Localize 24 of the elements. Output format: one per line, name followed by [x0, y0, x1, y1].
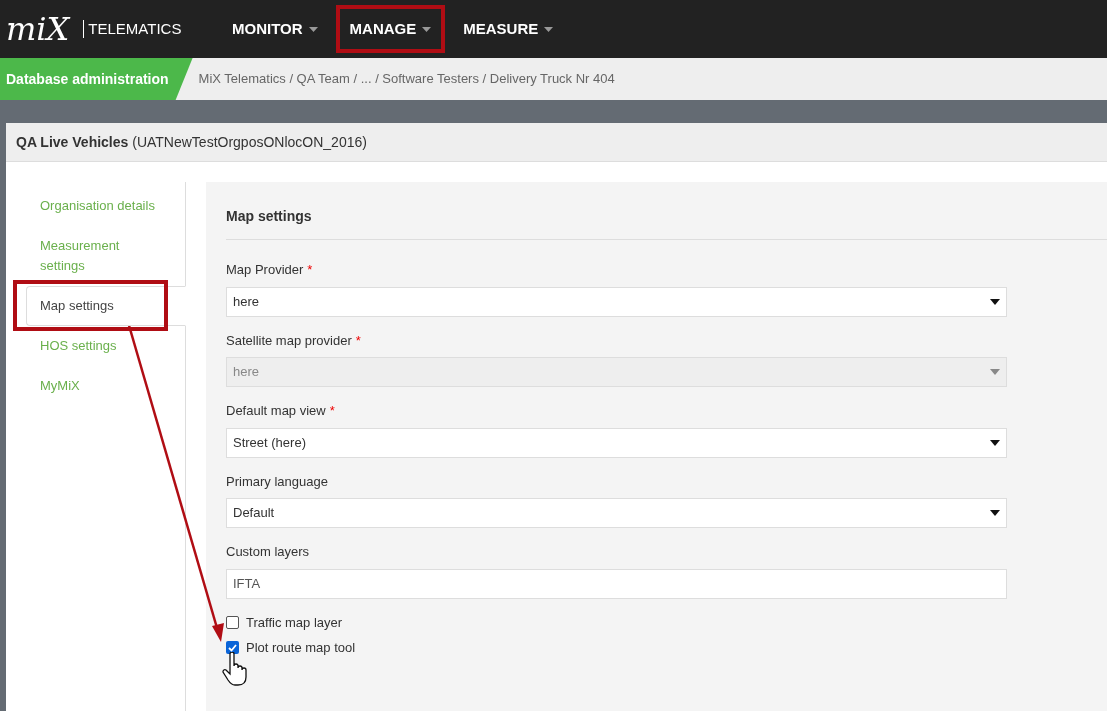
panel-title: Map settings [226, 207, 313, 226]
checkbox-label: Plot route map tool [246, 639, 356, 657]
dropdown[interactable]: Default [226, 498, 1007, 528]
field-label: Default map view [226, 402, 326, 420]
sidebar-item[interactable]: Map settings [26, 286, 186, 326]
breadcrumb: MiX Telematics / QA Team / ... / Software Testers / Delivery Truck Nr 404 [198, 70, 615, 89]
nav-menu[interactable]: MEASURE [449, 5, 568, 53]
dropdown[interactable]: Street (here) [226, 427, 1007, 458]
card-title: QA Live Vehicles (UATNewTestOrgposONlocON_2016) [16, 132, 367, 152]
checkbox-label: Traffic map layer [246, 613, 343, 632]
nav-menu[interactable]: MANAGE [335, 5, 446, 53]
input-field[interactable]: IFTA [226, 568, 1007, 599]
required-mark: * [355, 331, 361, 350]
required-mark: * [329, 402, 335, 420]
nav-menu[interactable]: MONITOR [218, 5, 332, 53]
dropdown[interactable]: here [226, 286, 1007, 317]
field-label: Custom layers [226, 543, 310, 561]
field-label: Map Provider [226, 261, 304, 279]
section-banner: Database administration [0, 58, 193, 100]
required-mark: * [307, 261, 313, 279]
field-label: Satellite map provider [226, 331, 352, 350]
logo-mark: miX [6, 13, 70, 45]
logo-text: TELEMATICS [83, 20, 182, 38]
field-label: Primary language [226, 472, 328, 491]
